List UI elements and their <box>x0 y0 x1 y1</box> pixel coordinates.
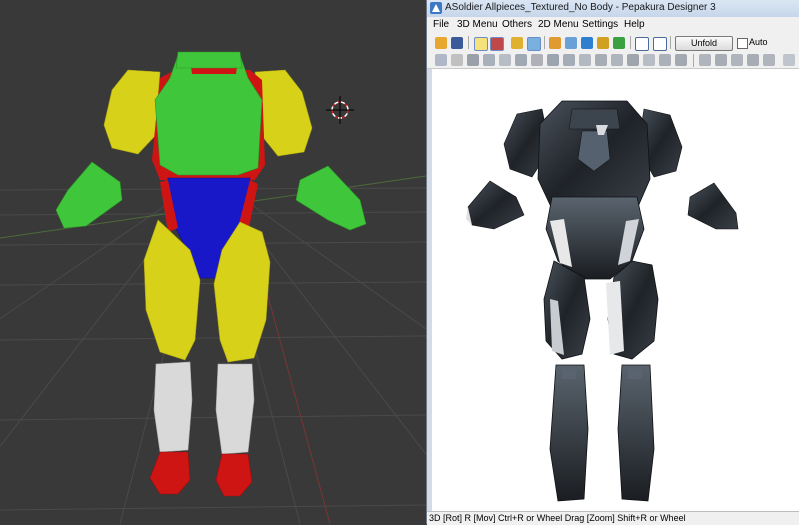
menu-file[interactable]: File <box>433 19 449 30</box>
toolbar-separator <box>544 36 545 49</box>
title-bar[interactable]: ASoldier Allpieces_Textured_No Body - Pe… <box>427 0 799 17</box>
unfold-button[interactable]: Unfold <box>675 36 733 51</box>
join-icon[interactable] <box>467 54 479 66</box>
save-icon[interactable] <box>451 37 463 49</box>
pepakura-window: ASoldier Allpieces_Textured_No Body - Pe… <box>426 0 799 525</box>
menu-3d[interactable]: 3D Menu <box>457 19 498 30</box>
armor-model-colored[interactable] <box>55 51 367 497</box>
scale-icon[interactable] <box>643 54 655 66</box>
cut-icon[interactable] <box>451 54 463 66</box>
check-icon[interactable] <box>627 54 639 66</box>
viewport-scene <box>0 51 426 524</box>
3d-cursor-icon[interactable] <box>326 96 354 124</box>
select-icon[interactable] <box>435 54 447 66</box>
blender-viewport[interactable] <box>0 0 426 524</box>
toolbar-separator <box>468 36 469 49</box>
rotate-part-icon[interactable] <box>483 54 495 66</box>
open-file-icon[interactable] <box>435 37 447 49</box>
layout-single-icon[interactable] <box>635 37 649 51</box>
align-bottom-icon[interactable] <box>763 54 775 66</box>
print-icon[interactable] <box>659 54 671 66</box>
pepakura-app-icon <box>430 2 442 14</box>
auto-checkbox[interactable] <box>737 38 748 49</box>
menu-bar: File 3D Menu Others 2D Menu Settings Hel… <box>427 17 799 35</box>
edge-icon[interactable] <box>595 54 607 66</box>
color-icon[interactable] <box>613 37 625 49</box>
light-bulb-icon[interactable] <box>474 37 488 51</box>
window-title: ASoldier Allpieces_Textured_No Body - Pe… <box>445 2 716 13</box>
toolbar-separator <box>670 36 671 49</box>
menu-2d[interactable]: 2D Menu <box>538 19 579 30</box>
status-text: 3D [Rot] R [Mov] Ctrl+R or Wheel Drag [Z… <box>429 513 686 523</box>
move-part-icon[interactable] <box>579 54 591 66</box>
edit-toolbar <box>427 52 799 69</box>
layout-split-icon[interactable] <box>653 37 667 51</box>
auto-checkbox-label: Auto <box>749 37 768 47</box>
redo-icon[interactable] <box>563 54 575 66</box>
number-icon[interactable] <box>611 54 623 66</box>
texture-cube-icon[interactable] <box>490 37 504 51</box>
flip-icon[interactable] <box>499 54 511 66</box>
cylinder-icon[interactable] <box>565 37 577 49</box>
textured-armor-model <box>466 100 739 502</box>
align-center-icon[interactable] <box>715 54 727 66</box>
view-icon[interactable] <box>527 37 541 51</box>
page-icon[interactable] <box>675 54 687 66</box>
undo-icon[interactable] <box>547 54 559 66</box>
toolbar-separator <box>693 54 694 67</box>
pencil-icon[interactable] <box>549 37 561 49</box>
text-icon[interactable] <box>515 54 527 66</box>
align-right-icon[interactable] <box>731 54 743 66</box>
status-bar: 3D [Rot] R [Mov] Ctrl+R or Wheel Drag [Z… <box>427 511 799 525</box>
menu-help[interactable]: Help <box>624 19 645 30</box>
toolbar-separator <box>630 36 631 49</box>
align-top-icon[interactable] <box>747 54 759 66</box>
align-left-icon[interactable] <box>699 54 711 66</box>
menu-settings[interactable]: Settings <box>582 19 618 30</box>
fold-icon[interactable] <box>511 37 523 49</box>
refresh-icon[interactable] <box>783 54 795 66</box>
image-icon[interactable] <box>531 54 543 66</box>
pepakura-3d-view[interactable] <box>432 69 799 511</box>
menu-others[interactable]: Others <box>502 19 532 30</box>
move-axes-icon[interactable] <box>581 37 593 49</box>
flap-icon[interactable] <box>597 37 609 49</box>
